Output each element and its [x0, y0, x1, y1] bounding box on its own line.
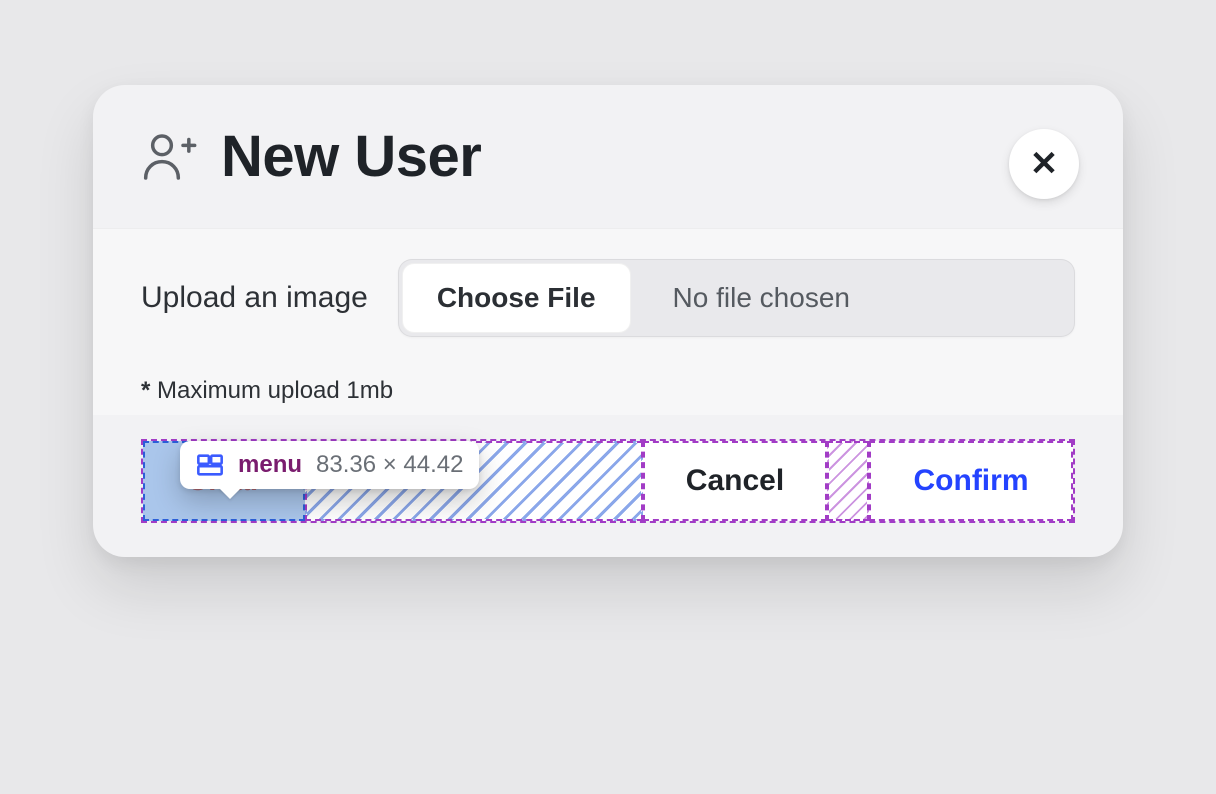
flex-gap-highlight: [827, 441, 869, 521]
upload-row: Upload an image Choose File No file chos…: [141, 259, 1075, 337]
choose-file-button[interactable]: Choose File: [402, 263, 631, 333]
upload-hint: * Maximum upload 1mb: [141, 377, 1075, 405]
hint-asterisk: *: [141, 377, 150, 404]
file-input-group: Choose File No file chosen: [398, 259, 1075, 337]
inspect-element-dimensions: 83.36 × 44.42: [316, 451, 463, 479]
hint-text: Maximum upload 1mb: [150, 377, 393, 404]
close-button[interactable]: ✕: [1009, 129, 1079, 199]
cancel-button[interactable]: Cancel: [643, 441, 827, 521]
file-status-text: No file chosen: [635, 259, 1075, 337]
dialog-title: New User: [221, 123, 481, 190]
inspect-element-tag: menu: [238, 451, 302, 479]
dialog-header: New User ✕: [93, 85, 1123, 228]
confirm-button[interactable]: Confirm: [869, 441, 1073, 521]
flex-icon: [196, 451, 224, 479]
upload-label: Upload an image: [141, 281, 368, 315]
devtools-inspect-tooltip: menu 83.36 × 44.42: [180, 441, 479, 489]
close-icon: ✕: [1030, 144, 1059, 184]
user-add-icon: [141, 129, 197, 185]
dialog-body: Upload an image Choose File No file chos…: [93, 228, 1123, 415]
